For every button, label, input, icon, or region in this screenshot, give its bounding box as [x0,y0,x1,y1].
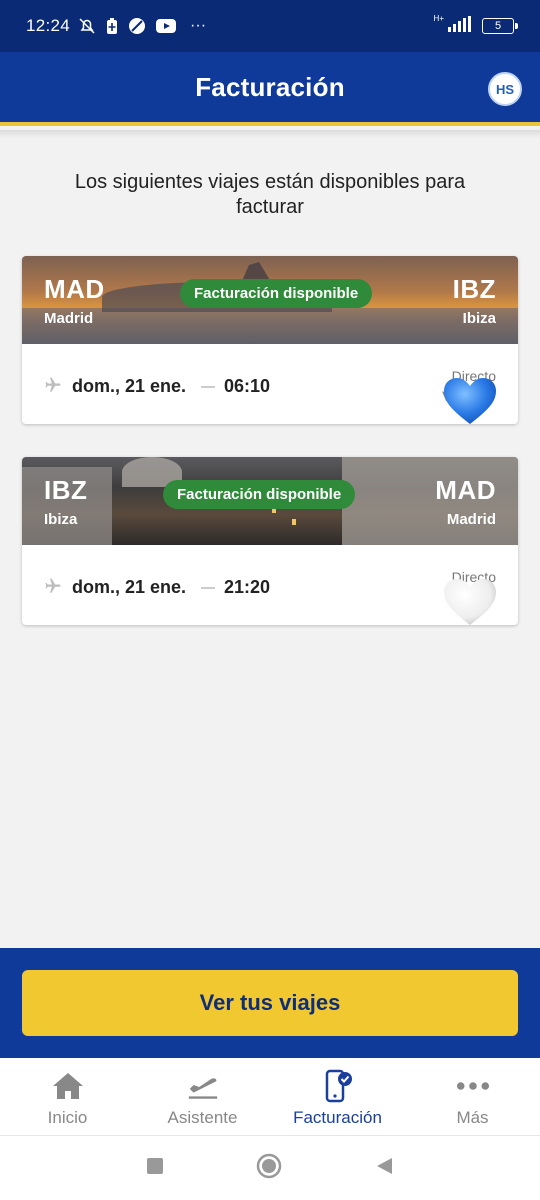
separator [201,386,215,388]
destination-code: IBZ [452,274,496,304]
plane-icon [45,377,61,392]
trip-date: dom., 21 ene. [72,577,187,597]
intro-text: Los siguientes viajes están disponibles … [74,171,466,218]
blocked-icon [128,17,146,35]
signal-icon [448,15,474,37]
white-heart-sticker [444,579,496,625]
tab-asistente[interactable]: Asistente [135,1058,270,1135]
tab-label: Inicio [47,1108,88,1127]
avatar[interactable]: HS [488,72,522,106]
tab-facturacion[interactable]: Facturación [270,1058,405,1135]
status-right: H+ 5 [430,13,518,37]
blue-heart-sticker [444,378,496,424]
status-time: 12:24 [26,16,71,35]
tab-label: Facturación [293,1108,382,1127]
back-button[interactable] [374,1156,394,1181]
trip-card[interactable]: IBZ Ibiza Facturación disponible MAD Mad… [22,457,518,625]
status-icons: ··· [78,17,206,35]
separator [201,587,215,589]
battery-level: 5 [494,20,502,32]
plane-takeoff-icon [186,1070,220,1102]
tab-mas[interactable]: Más [405,1058,540,1135]
trip-details: dom., 21 ene. 21:20 Directo G [22,545,518,625]
destination-city: Madrid [446,511,496,528]
muted-alarm-icon [78,17,96,35]
plane-icon [45,578,61,593]
youtube-icon [156,18,177,34]
battery-icon: 5 [482,18,518,34]
phone-check-icon [321,1069,355,1103]
tab-label: Más [456,1108,489,1127]
app-header: Facturación HS [0,52,540,126]
trip-details: dom., 21 ene. 06:10 Directo VF [22,344,518,424]
more-dots-icon [456,1070,490,1102]
tab-label: Asistente [167,1108,238,1127]
system-navigation-bar [0,1136,540,1200]
view-trips-button[interactable]: Ver tus viajes [22,970,518,1036]
home-button[interactable] [256,1153,282,1184]
destination-code: MAD [435,475,496,505]
origin-city: Ibiza [44,511,78,528]
battery-saver-icon [106,17,118,35]
trip-date: dom., 21 ene. [72,376,187,396]
page-title: Facturación [195,71,345,102]
more-notifications-icon: ··· [190,17,207,34]
banner-sea [22,308,518,344]
recents-button[interactable] [146,1157,164,1180]
destination-city: Ibiza [462,310,496,327]
status-bar: 12:24 ··· H+ 5 [0,0,540,52]
banner-window [292,519,296,525]
origin-code: IBZ [44,475,88,505]
trip-card[interactable]: MAD Madrid Facturación disponible IBZ Ib… [22,256,518,424]
trip-banner-image: MAD Madrid Facturación disponible IBZ Ib… [22,256,518,344]
bottom-tab-bar: Inicio Asistente Facturación Más [0,1058,540,1136]
origin-code: MAD [44,274,105,304]
home-icon [51,1070,85,1102]
checkin-status-badge: Facturación disponible [180,279,373,308]
trip-time: 06:10 [224,376,271,396]
trip-banner-image: IBZ Ibiza Facturación disponible MAD Mad… [22,457,518,545]
header-shadow [0,130,540,138]
origin-city: Madrid [44,310,94,327]
trip-time: 21:20 [224,577,271,597]
network-type: H+ [433,13,444,23]
tab-inicio[interactable]: Inicio [0,1058,135,1135]
cta-bar: Ver tus viajes [0,948,540,1058]
checkin-status-badge: Facturación disponible [163,480,356,509]
